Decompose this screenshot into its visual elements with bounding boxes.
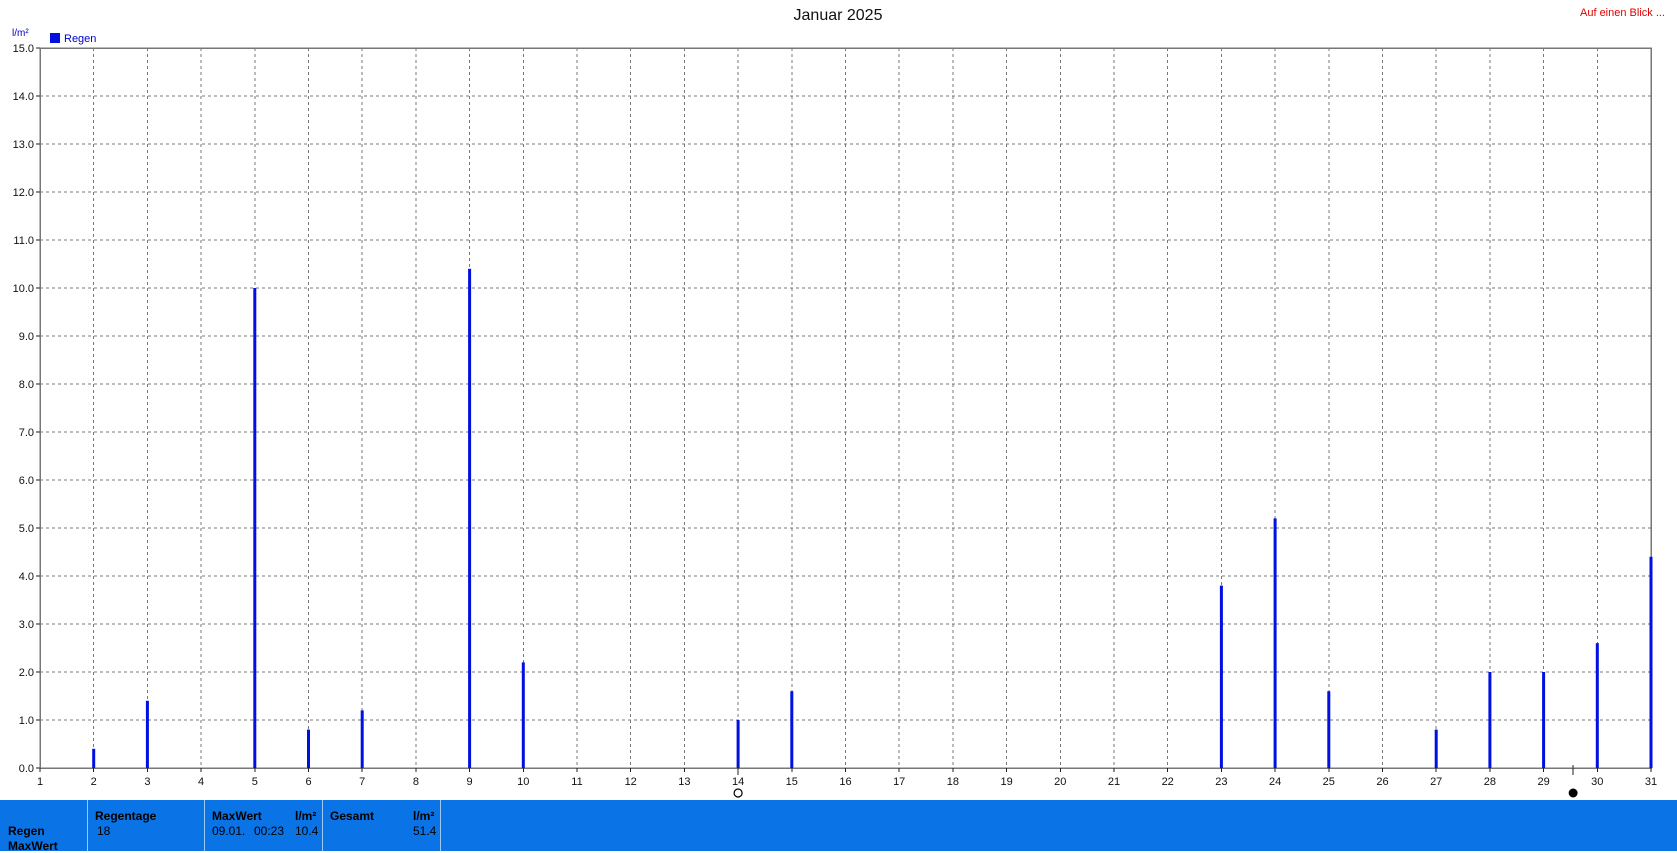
x-tick-label: 24 — [1269, 776, 1281, 788]
regentage-header: Regentage — [95, 809, 157, 823]
rain-bar — [1273, 518, 1277, 768]
y-tick-label: 6.0 — [19, 475, 34, 487]
x-tick-label: 29 — [1537, 776, 1549, 788]
maxwert-value: 10.4 — [295, 824, 319, 838]
stats-divider — [440, 800, 441, 851]
y-axis-unit: l/m² — [12, 28, 29, 39]
rain-bar — [1327, 691, 1331, 768]
maxwert-unit: l/m² — [295, 809, 317, 823]
x-tick-label: 10 — [517, 776, 529, 788]
y-tick-label: 8.0 — [19, 379, 34, 391]
y-tick-label: 3.0 — [19, 619, 34, 631]
y-axis: 0.0 1.0 2.0 3.0 4.0 5.0 6.0 7.0 8.0 9.0 10.0 11.0 12… — [13, 43, 40, 775]
x-tick-label: 16 — [839, 776, 851, 788]
maxwert-cell: MaxWert l/m² 09.01. 00:23 10.4 — [204, 800, 323, 851]
x-tick-label: 14 — [732, 776, 744, 788]
chart-title: Januar 2025 — [794, 7, 883, 24]
x-tick-label: 22 — [1162, 776, 1174, 788]
y-tick-label: 13.0 — [13, 139, 34, 151]
y-tick-label: 5.0 — [19, 523, 34, 535]
rain-chart: Januar 2025 Auf einen Blick ... l/m² Reg… — [12, 7, 1665, 798]
x-tick-label: 3 — [144, 776, 150, 788]
rain-bar — [790, 691, 794, 768]
x-tick-label: 13 — [678, 776, 690, 788]
x-tick-label: 25 — [1323, 776, 1335, 788]
x-tick-label: 19 — [1000, 776, 1012, 788]
x-tick-label: 20 — [1054, 776, 1066, 788]
overview-link[interactable]: Auf einen Blick ... — [1580, 7, 1665, 19]
x-tick-label: 26 — [1376, 776, 1388, 788]
rain-bar — [1488, 672, 1492, 768]
rain-bar — [360, 710, 364, 768]
x-tick-label: 18 — [947, 776, 959, 788]
y-tick-label: 12.0 — [13, 187, 34, 199]
y-tick-label: 11.0 — [13, 235, 34, 247]
full-moon-icon — [1568, 788, 1578, 798]
rain-bar — [736, 720, 740, 768]
x-tick-label: 9 — [467, 776, 473, 788]
y-tick-label: 4.0 — [19, 571, 34, 583]
legend-label: Regen — [64, 33, 96, 45]
x-tick-label: 15 — [786, 776, 798, 788]
y-tick-label: 10.0 — [13, 283, 34, 295]
x-tick-label: 8 — [413, 776, 419, 788]
x-tick-label: 31 — [1645, 776, 1657, 788]
x-tick-label: 21 — [1108, 776, 1120, 788]
gesamt-value: 51.4 — [413, 824, 437, 838]
rain-bar — [145, 700, 149, 768]
y-tick-label: 7.0 — [19, 427, 34, 439]
x-tick-label: 23 — [1215, 776, 1227, 788]
rain-bar — [1595, 643, 1599, 768]
rain-bar — [92, 748, 96, 768]
y-tick-label: 0.0 — [19, 763, 34, 775]
moon-markers — [733, 765, 1578, 798]
y-tick-label: 15.0 — [13, 43, 34, 55]
x-tick-label: 2 — [91, 776, 97, 788]
rain-bar — [1219, 585, 1223, 768]
rain-bar — [468, 268, 472, 768]
maxwert-time: 00:23 — [254, 824, 285, 838]
rain-bar — [1649, 556, 1653, 768]
rain-bar — [1542, 672, 1546, 768]
x-tick-label: 5 — [252, 776, 258, 788]
rain-bar — [307, 729, 310, 768]
y-tick-label: 1.0 — [19, 715, 34, 727]
y-tick-label: 9.0 — [19, 331, 34, 343]
regentage-cell: Regentage 18 — [87, 800, 205, 851]
x-tick-label: 6 — [305, 776, 311, 788]
x-tick-label: 4 — [198, 776, 204, 788]
x-tick-label: 1 — [37, 776, 43, 788]
x-tick-label: 11 — [571, 776, 582, 788]
regentage-value: 18 — [97, 824, 111, 838]
y-tick-label: 14.0 — [13, 91, 34, 103]
gesamt-cell: Gesamt l/m² 51.4 — [322, 800, 441, 851]
gesamt-unit: l/m² — [413, 809, 435, 823]
maxwert-date: 09.01. — [212, 824, 246, 838]
legend-swatch — [50, 33, 60, 43]
row-label-regen: Regen — [8, 824, 45, 838]
row-labels: Regen MaxWert — [0, 800, 87, 853]
x-tick-label: 27 — [1430, 776, 1442, 788]
rain-bar — [253, 288, 257, 768]
x-tick-label: 28 — [1484, 776, 1496, 788]
gesamt-header: Gesamt — [330, 809, 375, 823]
rain-bar — [521, 662, 525, 768]
x-tick-label: 7 — [359, 776, 365, 788]
x-axis: 1 2 3 4 5 6 7 8 9 10 11 12 13 14 15 16 17 18 19 20 21 22 23 24 2… — [37, 768, 1657, 788]
x-tick-label: 17 — [893, 776, 905, 788]
statistics-panel: Regen MaxWert Regentage 18 MaxWert l/m² … — [0, 800, 1677, 853]
x-tick-label: 30 — [1591, 776, 1603, 788]
new-moon-icon — [733, 788, 743, 798]
x-tick-label: 12 — [625, 776, 637, 788]
maxwert-header: MaxWert — [212, 809, 262, 823]
rain-bar — [1434, 729, 1438, 768]
y-tick-label: 2.0 — [19, 667, 34, 679]
